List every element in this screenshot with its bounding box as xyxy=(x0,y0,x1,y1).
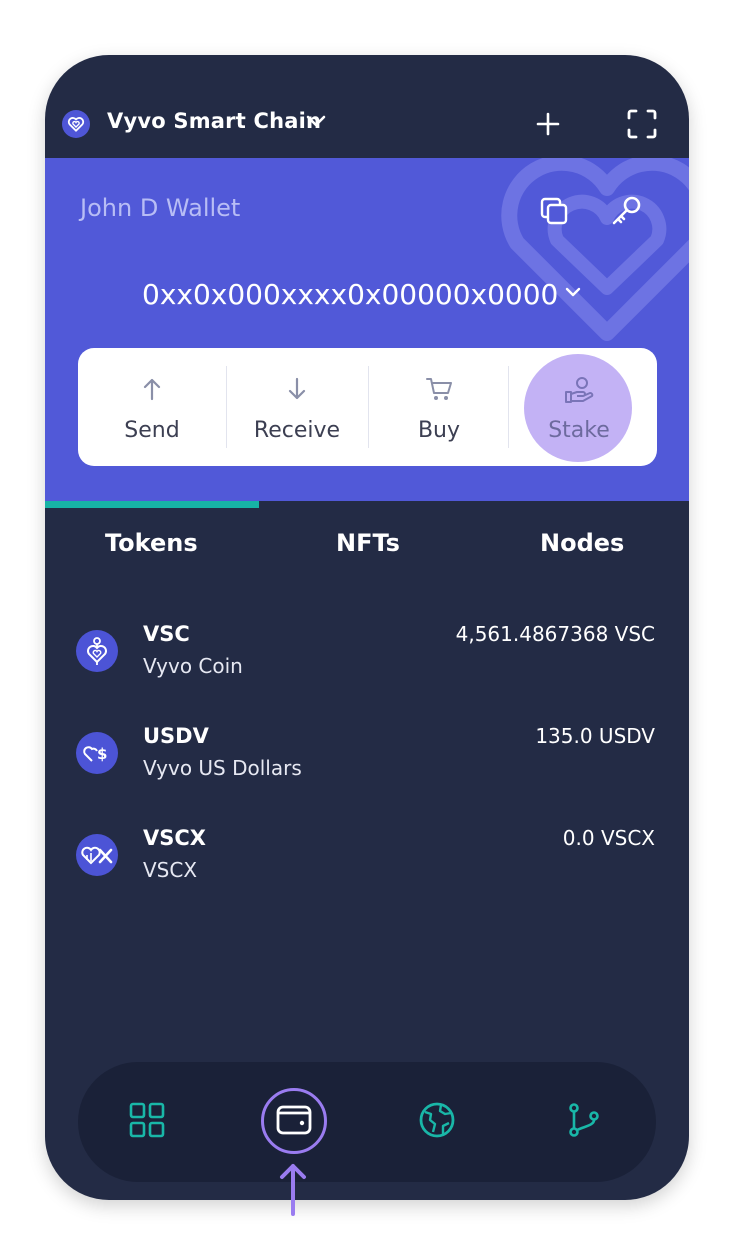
globe-icon[interactable] xyxy=(415,1098,459,1142)
usdv-coin-icon: $ xyxy=(76,732,118,774)
stake-hand-icon xyxy=(565,377,594,403)
svg-text:$: $ xyxy=(97,745,107,763)
vyvo-logo-icon xyxy=(62,110,90,138)
vsc-coin-icon xyxy=(76,630,118,672)
token-symbol: VSCX xyxy=(143,826,206,850)
arrow-up-icon xyxy=(143,378,161,401)
chevron-down-icon[interactable] xyxy=(305,113,327,129)
send-label: Send xyxy=(124,418,180,443)
wallet-name: John D Wallet xyxy=(80,194,241,222)
bottom-nav xyxy=(78,1062,656,1182)
stake-label: Stake xyxy=(548,418,610,443)
address-chevron-down-icon[interactable] xyxy=(563,286,583,300)
tab-nodes[interactable]: Nodes xyxy=(540,529,624,557)
wallet-card: John D Wallet 0xx0x000xxxx0x00000x0000 S… xyxy=(45,158,689,501)
token-name: Vyvo US Dollars xyxy=(143,756,302,780)
buy-label: Buy xyxy=(417,418,461,443)
tab-nfts[interactable]: NFTs xyxy=(336,529,400,557)
copy-icon[interactable] xyxy=(539,196,569,226)
plus-icon[interactable] xyxy=(535,111,561,137)
stake-button[interactable]: Stake xyxy=(509,348,649,466)
token-symbol: USDV xyxy=(143,724,209,748)
chain-selector[interactable]: Vyvo Smart Chain xyxy=(107,109,321,133)
pointer-arrow-icon xyxy=(280,1164,306,1216)
cart-icon xyxy=(426,378,452,400)
grid-icon[interactable] xyxy=(125,1098,169,1142)
scan-icon[interactable] xyxy=(627,109,657,139)
tab-tokens[interactable]: Tokens xyxy=(105,529,198,557)
token-row-vsc[interactable]: VSC Vyvo Coin 4,561.4867368 VSC xyxy=(45,620,689,710)
key-icon[interactable] xyxy=(609,194,643,228)
buy-button[interactable]: Buy xyxy=(369,348,509,466)
token-balance: 4,561.4867368 VSC xyxy=(455,622,655,646)
token-row-usdv[interactable]: $ USDV Vyvo US Dollars 135.0 USDV xyxy=(45,722,689,812)
send-button[interactable]: Send xyxy=(78,348,226,466)
tab-indicator xyxy=(45,501,259,508)
token-name: Vyvo Coin xyxy=(143,654,243,678)
token-name: VSCX xyxy=(143,858,198,882)
action-bar: Send Receive Buy Stake xyxy=(78,348,657,466)
token-row-vscx[interactable]: VSCX VSCX 0.0 VSCX xyxy=(45,824,689,914)
token-symbol: VSC xyxy=(143,622,190,646)
receive-button[interactable]: Receive xyxy=(227,348,367,466)
vscx-coin-icon xyxy=(76,834,118,876)
receive-label: Receive xyxy=(253,418,341,443)
branch-icon[interactable] xyxy=(562,1098,606,1142)
wallet-address[interactable]: 0xx0x000xxxx0x00000x0000 xyxy=(142,278,558,311)
top-bar: Vyvo Smart Chain xyxy=(45,55,689,158)
wallet-icon[interactable] xyxy=(272,1098,316,1142)
heart-watermark-icon xyxy=(501,158,689,341)
arrow-down-icon xyxy=(288,377,306,400)
phone-frame: Vyvo Smart Chain John D Wallet 0xx0x000x… xyxy=(45,55,689,1200)
token-balance: 0.0 VSCX xyxy=(562,826,655,850)
token-balance: 135.0 USDV xyxy=(535,724,655,748)
